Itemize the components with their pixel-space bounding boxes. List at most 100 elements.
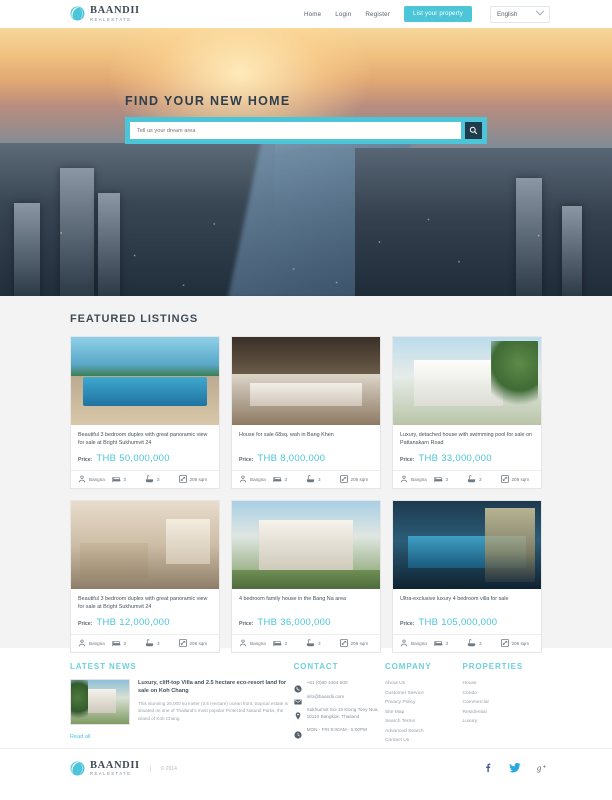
listing-beds: 3 (111, 476, 146, 484)
footer-brand-name: BAANDII (90, 759, 140, 771)
area-icon (178, 639, 187, 648)
featured-listings-section: FEATURED LISTINGS Beautiful 3 bedroom du… (0, 296, 612, 653)
logo[interactable]: BAANDII REALESTATE (70, 6, 140, 22)
site-header: BAANDII REALESTATE Home Login Register L… (0, 0, 612, 28)
listing-title[interactable]: House for sale 68sq. wah in Bang Khen (239, 431, 373, 448)
nav-item-register[interactable]: Register (365, 11, 390, 18)
site-footer: LATEST NEWS Luxury, cliff-top Villa and … (0, 648, 612, 748)
company-link-3[interactable]: Site Map (385, 708, 463, 718)
listing-price-label: Price: (400, 457, 415, 463)
listing-card[interactable]: Luxury, detached house with swimming poo… (392, 336, 542, 489)
hero-search-bar (125, 117, 487, 144)
footer-logo[interactable]: BAANDII REALESTATE (70, 759, 140, 777)
listing-area: 208 sqm (339, 639, 374, 648)
read-all-link[interactable]: Read all (70, 734, 294, 740)
listing-baths: 3 (306, 639, 340, 648)
listing-photo[interactable] (71, 501, 219, 589)
company-link-6[interactable]: Contact Us (385, 736, 463, 746)
listing-area-text: 208 sqm (189, 477, 208, 482)
listing-price: THB 12,000,000 (96, 617, 170, 628)
news-item[interactable]: Luxury, cliff-top Villa and 2.5 hectare … (70, 679, 294, 725)
listing-baths-text: 3 (479, 477, 482, 482)
nav-item-home[interactable]: Home (304, 11, 321, 18)
bed-icon (111, 476, 121, 484)
listing-price: THB 33,000,000 (418, 453, 492, 464)
listing-title[interactable]: Ultra-exclusive luxury 4 bedroom villa f… (400, 595, 534, 612)
footer-column-properties: PROPERTIES House Condo Commercial Residenti… (463, 662, 543, 748)
property-link-2[interactable]: Commercial (463, 698, 543, 708)
listing-baths: 3 (145, 639, 179, 648)
listing-title[interactable]: Beautiful 3 bedroom duplex with great pa… (78, 431, 212, 448)
nav-item-login[interactable]: Login (335, 11, 351, 18)
listing-baths: 3 (467, 639, 501, 648)
contact-phone-text: +61 (0)80 4464 600 (306, 680, 348, 685)
listing-title[interactable]: Luxury, detached house with swimming poo… (400, 431, 534, 448)
location-pin-icon (294, 707, 302, 720)
location-pin-icon (239, 639, 247, 648)
language-selector[interactable]: English (490, 5, 550, 23)
bed-icon (272, 476, 282, 484)
listing-title[interactable]: Beautiful 3 bedroom duplex with great pa… (78, 595, 212, 612)
listing-location: Bangna (400, 475, 434, 484)
listing-meta-row: Bangna 3 3 208 sqm (393, 634, 541, 652)
listing-location-text: Bangna (411, 477, 427, 482)
social-links: g + (482, 760, 550, 778)
svg-text:g: g (537, 762, 542, 772)
search-input[interactable] (130, 122, 461, 139)
company-link-5[interactable]: Advanced Search (385, 727, 463, 737)
googleplus-icon[interactable]: g + (537, 760, 550, 778)
bed-icon (433, 640, 443, 648)
twitter-icon[interactable] (509, 760, 521, 778)
property-links-list: House Condo Commercial Residential Luxury (463, 679, 543, 727)
listing-photo[interactable] (232, 337, 380, 425)
listing-baths-text: 3 (479, 641, 482, 646)
contact-email-text[interactable]: info@baandii.com (307, 693, 345, 700)
property-link-3[interactable]: Residential (463, 708, 543, 718)
bath-icon (467, 475, 476, 484)
bath-icon (306, 475, 315, 484)
bath-icon (467, 639, 476, 648)
listing-card[interactable]: 4 bedroom family house in the Bang Na ar… (231, 500, 381, 653)
listing-card[interactable]: House for sale 68sq. wah in Bang Khen Pri… (231, 336, 381, 489)
listing-baths-text: 3 (318, 641, 321, 646)
listing-photo[interactable] (71, 337, 219, 425)
listing-area: 208 sqm (339, 475, 374, 484)
property-link-4[interactable]: Luxury (463, 717, 543, 727)
bath-icon (306, 639, 315, 648)
listing-photo[interactable] (393, 501, 541, 589)
list-your-property-button[interactable]: List your property (404, 6, 472, 22)
listing-card[interactable]: Beautiful 3 bedroom duplex with great pa… (70, 500, 220, 653)
facebook-icon[interactable] (482, 760, 493, 778)
listing-beds-text: 3 (123, 641, 127, 646)
search-button[interactable] (465, 122, 482, 139)
listing-price: THB 105,000,000 (418, 617, 498, 628)
hero-city-lights (0, 206, 612, 296)
contact-hours: MON - FRI 9:00AM - 5:00PM (293, 726, 385, 739)
listing-baths: 3 (306, 475, 340, 484)
listing-baths-text: 3 (157, 641, 160, 646)
listing-location: Bangna (400, 639, 434, 648)
property-link-0[interactable]: House (463, 679, 543, 689)
company-link-0[interactable]: About Us (385, 679, 463, 689)
main-nav: Home Login Register List your property E… (304, 5, 550, 23)
listing-beds-text: 3 (445, 477, 449, 482)
company-link-1[interactable]: Customer Service (385, 689, 463, 699)
listing-price-label: Price: (78, 621, 93, 627)
company-link-4[interactable]: Search Terms (385, 717, 463, 727)
listing-beds: 3 (433, 476, 468, 484)
listing-area-text: 208 sqm (511, 477, 530, 482)
listing-area: 208 sqm (178, 475, 213, 484)
clock-icon (293, 726, 302, 739)
listing-beds-text: 3 (445, 641, 449, 646)
listing-price: THB 36,000,000 (257, 617, 331, 628)
listing-title[interactable]: 4 bedroom family house in the Bang Na ar… (239, 595, 373, 612)
listing-photo[interactable] (393, 337, 541, 425)
listing-area-text: 208 sqm (350, 477, 369, 482)
listing-area: 208 sqm (500, 639, 535, 648)
listing-photo[interactable] (232, 501, 380, 589)
property-link-1[interactable]: Condo (463, 689, 543, 699)
company-link-2[interactable]: Privacy Policy (385, 698, 463, 708)
listing-card[interactable]: Ultra-exclusive luxury 4 bedroom villa f… (392, 500, 542, 653)
news-title[interactable]: Luxury, cliff-top Villa and 2.5 hectare … (138, 679, 294, 696)
listing-card[interactable]: Beautiful 3 bedroom duplex with great pa… (70, 336, 220, 489)
